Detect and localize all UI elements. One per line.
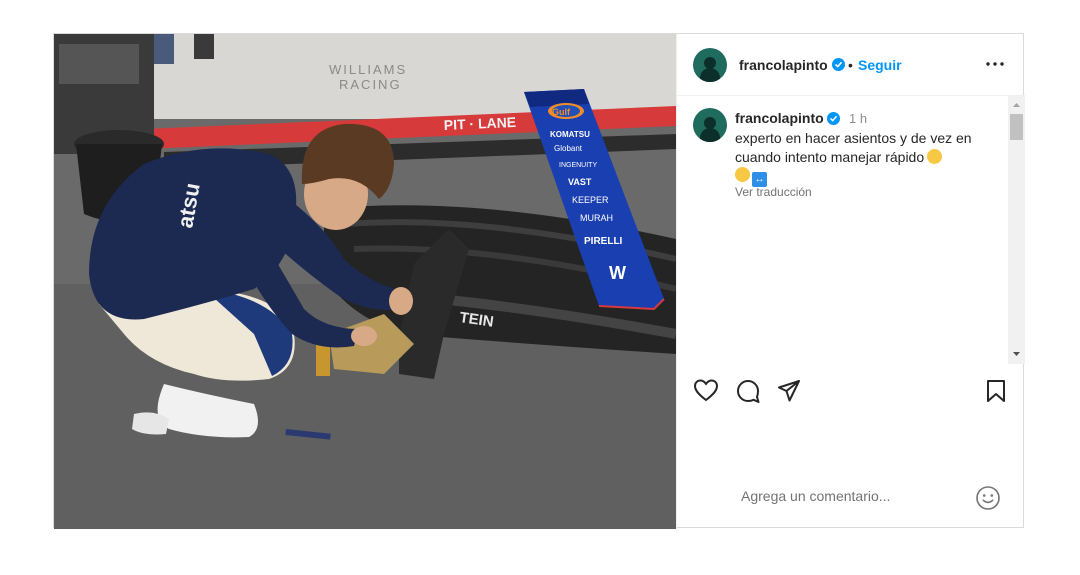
caption-scrollbar[interactable]	[1008, 96, 1025, 364]
nose-sponsor-7: PIRELLI	[584, 236, 623, 247]
caption-username[interactable]: francolapinto	[735, 110, 824, 126]
post-time[interactable]: 1 h	[849, 111, 867, 126]
floor-text-1: WILLIAMS	[329, 62, 407, 77]
verified-icon	[832, 58, 845, 71]
more-options-icon[interactable]	[983, 52, 1007, 76]
post-sidebar: francolapinto • Seguir francolapinto 1 h…	[676, 34, 1025, 529]
smiling-face-emoji-icon	[927, 149, 943, 164]
nose-sponsor-8: W	[609, 263, 626, 283]
smiley-emoji-icon	[735, 167, 750, 182]
verified-icon	[827, 112, 840, 125]
emoji-icon[interactable]	[975, 485, 1001, 511]
nose-sponsor-4: VAST	[568, 177, 592, 187]
share-icon[interactable]	[776, 378, 802, 404]
action-bar	[677, 364, 1026, 414]
nose-sponsor-3: INGENUITY	[559, 162, 597, 169]
comment-bar	[677, 474, 1026, 529]
nose-sponsor-6: MURAH	[580, 213, 613, 223]
nose-sponsor-5: KEEPER	[572, 195, 609, 205]
comment-input[interactable]	[741, 488, 971, 504]
heart-icon[interactable]	[693, 378, 719, 404]
photo-illustration: WILLIAMS RACING PIT · LANE TEIN Gulf KOM…	[54, 34, 676, 529]
caption-emojis: ↔	[735, 167, 767, 187]
caption-avatar[interactable]	[693, 108, 727, 142]
follow-button[interactable]: Seguir	[858, 57, 902, 73]
scroll-up-arrow-icon[interactable]	[1008, 99, 1025, 111]
separator-dot: •	[848, 57, 853, 73]
scroll-down-arrow-icon[interactable]	[1008, 348, 1025, 360]
nose-sponsor-1: KOMATSU	[550, 130, 590, 139]
caption-text-block: experto en hacer asientos y de vez en cu…	[735, 129, 995, 167]
bookmark-icon[interactable]	[983, 378, 1009, 404]
caption-area: francolapinto 1 h experto en hacer asien…	[677, 96, 1026, 364]
post-header: francolapinto • Seguir	[677, 34, 1025, 96]
instagram-post: WILLIAMS RACING PIT · LANE TEIN Gulf KOM…	[53, 33, 1025, 529]
see-translation-link[interactable]: Ver traducción	[735, 185, 812, 199]
comment-icon[interactable]	[735, 378, 761, 404]
scroll-thumb[interactable]	[1010, 114, 1023, 140]
pitlane-text: PIT · LANE	[443, 114, 516, 133]
avatar[interactable]	[693, 48, 727, 82]
nose-sponsor-0: Gulf	[552, 107, 571, 117]
post-photo[interactable]: WILLIAMS RACING PIT · LANE TEIN Gulf KOM…	[54, 34, 676, 529]
floor-text-2: RACING	[339, 77, 402, 92]
nose-sponsor-2: Globant	[554, 144, 583, 153]
header-username[interactable]: francolapinto	[739, 57, 828, 73]
